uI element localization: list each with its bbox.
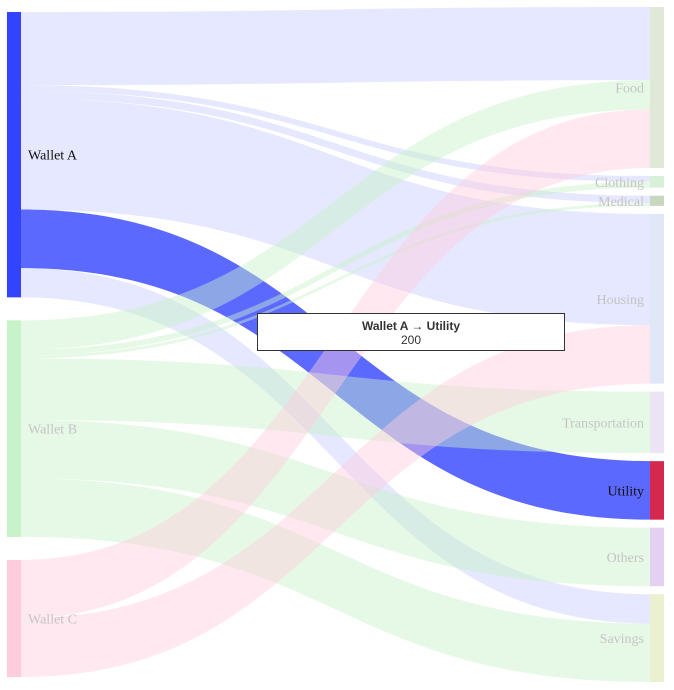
node-label-wa: Wallet A (28, 149, 78, 164)
node-wa[interactable] (7, 12, 21, 298)
node-label-wc: Wallet C (28, 612, 77, 627)
node-label-food: Food (615, 81, 644, 96)
node-others[interactable] (650, 527, 664, 587)
node-label-clothing: Clothing (595, 176, 644, 191)
node-label-savings: Savings (600, 632, 644, 647)
node-clothing[interactable] (650, 175, 664, 188)
node-label-medical: Medical (598, 195, 644, 210)
node-medical[interactable] (650, 195, 664, 206)
node-wb[interactable] (7, 320, 21, 537)
tooltip-value: 200 (400, 333, 422, 347)
node-savings[interactable] (650, 594, 664, 682)
node-food[interactable] (650, 7, 664, 168)
node-housing[interactable] (650, 213, 664, 384)
node-label-wb: Wallet B (28, 423, 77, 438)
node-transport[interactable] (650, 391, 664, 454)
node-label-others: Others (607, 551, 644, 566)
node-label-transport: Transportation (562, 416, 644, 431)
link-wa-food[interactable] (21, 7, 650, 86)
node-utility[interactable] (650, 461, 664, 520)
node-label-utility: Utility (607, 484, 644, 499)
node-wc[interactable] (7, 559, 21, 677)
link-tooltip: Wallet A → Utility 200 (257, 313, 565, 351)
node-label-housing: Housing (597, 293, 644, 308)
tooltip-title: Wallet A → Utility (361, 319, 460, 333)
